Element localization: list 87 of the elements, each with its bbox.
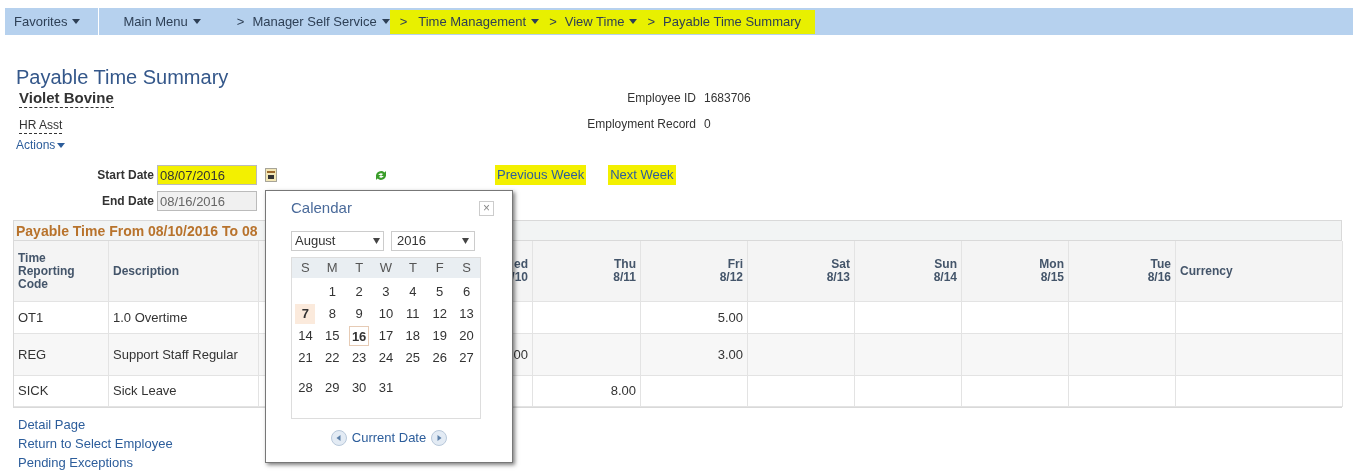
table-cell: 5.00 [641, 302, 748, 334]
calendar-day[interactable]: 21 [295, 348, 316, 368]
dropdown-arrow-icon [373, 238, 380, 244]
dropdown-arrow-icon [462, 238, 469, 244]
close-button[interactable]: × [479, 200, 494, 216]
employee-id-label: Employee ID [627, 91, 696, 106]
breadcrumb-link[interactable]: Manager Self Service [252, 9, 390, 34]
calendar-day[interactable]: 12 [429, 304, 450, 324]
calendar-day[interactable]: 14 [295, 326, 316, 346]
page-title: Payable Time Summary [16, 65, 230, 89]
current-date-link[interactable]: Current Date [351, 428, 427, 448]
calendar-day[interactable]: 23 [349, 348, 370, 368]
week-link[interactable]: Previous Week [495, 165, 587, 185]
breadcrumb-separator: > [646, 12, 657, 31]
page-link[interactable]: Pending Exceptions [18, 453, 133, 471]
calendar-day[interactable]: 31 [376, 378, 396, 398]
breadcrumb-link[interactable]: Favorites [5, 9, 81, 34]
calendar-day[interactable]: 2 [349, 282, 370, 302]
column-header: Description [109, 241, 259, 302]
table-cell: 3.00 [641, 334, 748, 376]
table-cell: 1.0 Overtime [109, 302, 259, 334]
calendar-day[interactable]: 25 [402, 348, 423, 368]
breadcrumb-separator: > [548, 12, 558, 31]
column-header: Thu 8/11 [533, 241, 641, 302]
calendar-day[interactable]: 19 [429, 326, 450, 346]
calendar-day[interactable]: 28 [295, 378, 316, 398]
actions-menu[interactable]: Actions [16, 138, 66, 153]
breadcrumb-separator: > [398, 12, 409, 31]
table-cell: 8.00 [533, 376, 641, 407]
employment-record-label: Employment Record [587, 117, 696, 132]
weekday-label: T [354, 259, 365, 278]
breadcrumb-separator: > [235, 12, 246, 31]
table-cell: Sick Leave [109, 376, 259, 407]
job-title[interactable]: HR Asst [19, 118, 63, 134]
calendar-day[interactable]: 15 [322, 326, 343, 346]
weekday-label: W [378, 259, 394, 278]
calendar-day[interactable]: 29 [322, 378, 343, 398]
employment-record-value: 0 [704, 117, 712, 132]
weekday-label: T [407, 259, 418, 278]
weekday-label: S [461, 259, 472, 278]
calendar-day[interactable]: 9 [349, 304, 370, 324]
calendar-day[interactable]: 27 [456, 348, 477, 368]
month-dropdown[interactable]: August [291, 231, 384, 251]
year-dropdown[interactable]: 2016 [391, 231, 475, 251]
calendar-day[interactable]: 11 [402, 304, 423, 324]
calendar-day[interactable]: 13 [456, 304, 477, 324]
calendar-day[interactable]: 24 [376, 348, 396, 368]
column-header: Sun 8/14 [855, 241, 962, 302]
end-date-label: End Date [101, 193, 155, 210]
calendar-day[interactable]: 30 [349, 378, 370, 398]
calendar-day[interactable]: 8 [322, 304, 343, 324]
calendar-day[interactable]: 5 [429, 282, 450, 302]
caret-icon [57, 143, 66, 148]
calendar-day[interactable]: 10 [376, 304, 396, 324]
calendar-icon[interactable] [265, 168, 277, 182]
column-header: Mon 8/15 [962, 241, 1069, 302]
breadcrumb-link[interactable]: Main Menu [99, 9, 201, 34]
calendar-day[interactable]: 4 [402, 282, 423, 302]
employee-name[interactable]: Violet Bovine [19, 89, 114, 108]
page-link[interactable]: Return to Select Employee [18, 434, 173, 453]
column-header: Sat 8/13 [748, 241, 855, 302]
calendar-day[interactable]: 17 [376, 326, 396, 346]
start-date-field[interactable]: 08/07/2016 [157, 165, 257, 185]
employee-id-value: 1683706 [704, 91, 751, 106]
calendar-title: Calendar [291, 197, 352, 218]
calendar-day[interactable]: 7 [295, 304, 316, 324]
calendar-day[interactable]: 6 [456, 282, 477, 302]
column-header: Fri 8/12 [641, 241, 748, 302]
column-header: Tue 8/16 [1069, 241, 1176, 302]
start-date-label: Start Date [96, 167, 155, 184]
page-link[interactable]: Detail Page [18, 415, 86, 434]
column-header: Currency [1176, 241, 1343, 302]
calendar-day[interactable]: 26 [429, 348, 450, 368]
table-cell: Support Staff Regular [109, 334, 259, 376]
weekday-label: S [300, 259, 311, 278]
calendar-day[interactable]: 16 [349, 326, 370, 346]
calendar-day[interactable]: 1 [322, 282, 343, 302]
calendar-day[interactable]: 18 [402, 326, 423, 346]
column-header: Time Reporting Code [14, 241, 109, 302]
table-cell: REG [14, 334, 109, 376]
week-link[interactable]: Next Week [608, 165, 676, 185]
calendar-day[interactable]: 22 [322, 348, 343, 368]
table-cell: SICK [14, 376, 109, 407]
table-cell: OT1 [14, 302, 109, 334]
weekday-label: M [325, 259, 339, 278]
weekday-label: F [434, 259, 445, 278]
calendar-day[interactable]: 3 [376, 282, 396, 302]
